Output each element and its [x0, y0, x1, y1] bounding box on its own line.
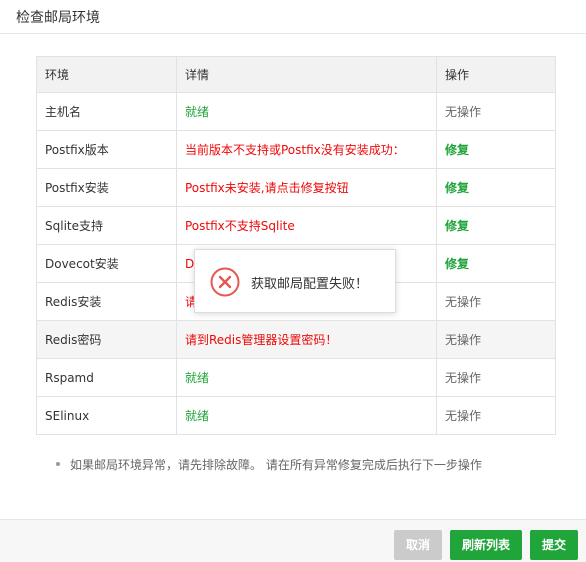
- submit-button[interactable]: 提交: [530, 530, 578, 560]
- toast-message: 获取邮局配置失败！: [251, 277, 369, 292]
- env-action: 无操作: [436, 282, 556, 321]
- env-detail: Postfix不支持Sqlite: [176, 206, 437, 245]
- env-action: 无操作: [436, 320, 556, 359]
- bullet-dot-icon: [56, 461, 60, 466]
- env-detail: 就绪: [176, 396, 437, 435]
- repair-link[interactable]: 修复: [445, 143, 469, 157]
- env-detail: 请到Redis管理器设置密码！: [176, 320, 437, 359]
- table-header-row: 环境 详情 操作: [36, 56, 556, 93]
- dialog-footer: 取消 刷新列表 提交: [0, 519, 586, 562]
- header-detail: 详情: [176, 56, 437, 93]
- env-detail: 当前版本不支持或Postfix没有安装成功：: [176, 130, 437, 169]
- env-action-cell: 修复: [436, 244, 556, 283]
- env-name: 主机名: [36, 92, 177, 131]
- cancel-button[interactable]: 取消: [394, 530, 442, 560]
- env-action: 无操作: [436, 92, 556, 131]
- env-action: 无操作: [436, 358, 556, 397]
- dialog-title: 检查邮局环境: [16, 10, 100, 26]
- env-name: SElinux: [36, 396, 177, 435]
- error-circle-icon: [210, 267, 240, 297]
- repair-link[interactable]: 修复: [445, 181, 469, 195]
- env-name: Dovecot安装: [36, 244, 177, 283]
- env-name: Sqlite支持: [36, 206, 177, 245]
- table-row: Redis密码 请到Redis管理器设置密码！ 无操作: [36, 320, 556, 359]
- header-action: 操作: [436, 56, 556, 93]
- dialog-titlebar: 检查邮局环境: [0, 0, 586, 34]
- table-row: Postfix安装 Postfix未安装,请点击修复按钮 修复: [36, 168, 556, 207]
- table-row: 主机名 就绪 无操作: [36, 92, 556, 131]
- env-name: Postfix安装: [36, 168, 177, 207]
- table-row: SElinux 就绪 无操作: [36, 396, 556, 435]
- env-name: Redis密码: [36, 320, 177, 359]
- env-detail: 就绪: [176, 92, 437, 131]
- env-action: 无操作: [436, 396, 556, 435]
- help-note-text: 如果邮局环境异常，请先排除故障。 请在所有异常修复完成后执行下一步操作: [70, 458, 482, 472]
- env-action-cell: 修复: [436, 206, 556, 245]
- env-action-cell: 修复: [436, 130, 556, 169]
- table-row: Sqlite支持 Postfix不支持Sqlite 修复: [36, 206, 556, 245]
- error-toast: 获取邮局配置失败！: [194, 249, 396, 313]
- env-detail: 就绪: [176, 358, 437, 397]
- table-row: Postfix版本 当前版本不支持或Postfix没有安装成功： 修复: [36, 130, 556, 169]
- env-name: Rspamd: [36, 358, 177, 397]
- help-note: 如果邮局环境异常，请先排除故障。 请在所有异常修复完成后执行下一步操作: [56, 456, 482, 473]
- repair-link[interactable]: 修复: [445, 219, 469, 233]
- env-name: Postfix版本: [36, 130, 177, 169]
- env-name: Redis安装: [36, 282, 177, 321]
- environment-table: 环境 详情 操作 主机名 就绪 无操作 Postfix版本 当前版本不支持或Po…: [36, 56, 556, 435]
- header-environment: 环境: [36, 56, 177, 93]
- table-row: Rspamd 就绪 无操作: [36, 358, 556, 397]
- env-detail: Postfix未安装,请点击修复按钮: [176, 168, 437, 207]
- env-action-cell: 修复: [436, 168, 556, 207]
- repair-link[interactable]: 修复: [445, 257, 469, 271]
- refresh-list-button[interactable]: 刷新列表: [450, 530, 522, 560]
